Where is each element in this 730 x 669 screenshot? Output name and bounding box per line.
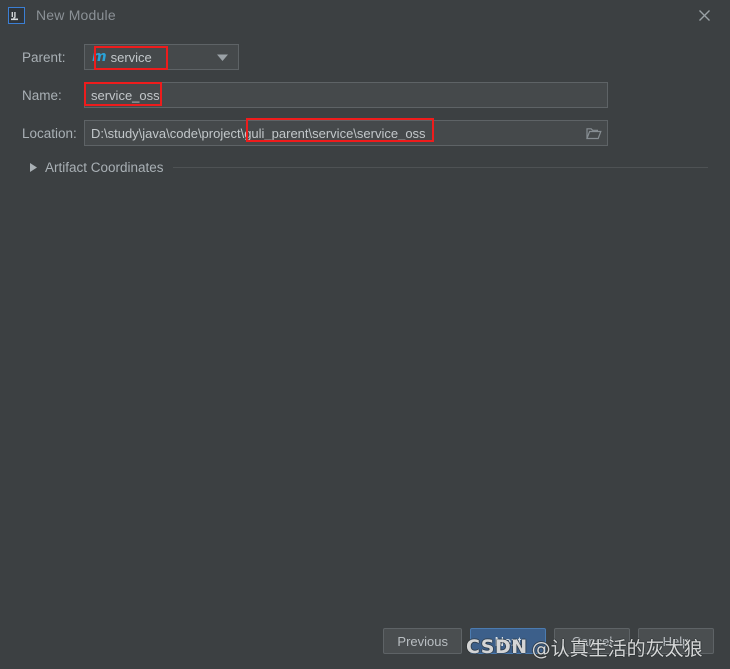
new-module-form: Parent: m service Name: service_oss Loca… xyxy=(0,30,730,175)
location-input[interactable]: D:\study\java\code\project\guli_parent\s… xyxy=(84,120,608,146)
folder-browse-icon[interactable] xyxy=(581,121,607,145)
parent-label: Parent: xyxy=(22,49,66,65)
chevron-down-icon[interactable] xyxy=(217,50,228,65)
section-divider xyxy=(172,167,708,168)
name-label: Name: xyxy=(22,87,62,103)
artifact-coordinates-label: Artifact Coordinates xyxy=(45,160,164,175)
parent-combobox[interactable]: m service xyxy=(84,44,239,70)
triangle-right-icon[interactable] xyxy=(30,163,37,172)
name-input[interactable]: service_oss xyxy=(84,82,608,108)
dialog-footer: Previous Next Cancel Help xyxy=(0,623,730,669)
window-title: New Module xyxy=(36,7,116,23)
previous-button[interactable]: Previous xyxy=(383,628,462,654)
help-button[interactable]: Help xyxy=(638,628,714,654)
location-row: Location: D:\study\java\code\project\gul… xyxy=(22,120,708,146)
parent-row: Parent: m service xyxy=(22,44,708,70)
next-button[interactable]: Next xyxy=(470,628,546,654)
maven-module-icon: m xyxy=(92,49,107,65)
location-value: D:\study\java\code\project\guli_parent\s… xyxy=(91,125,426,141)
cancel-button[interactable]: Cancel xyxy=(554,628,630,654)
parent-value: service xyxy=(110,49,152,65)
location-label: Location: xyxy=(22,125,77,141)
close-icon[interactable] xyxy=(686,0,722,30)
window-titlebar: IJ New Module xyxy=(0,0,730,30)
artifact-coordinates-section[interactable]: Artifact Coordinates xyxy=(22,160,708,175)
svg-text:IJ: IJ xyxy=(11,11,16,19)
name-row: Name: service_oss xyxy=(22,82,708,108)
intellij-idea-icon: IJ xyxy=(8,6,25,24)
